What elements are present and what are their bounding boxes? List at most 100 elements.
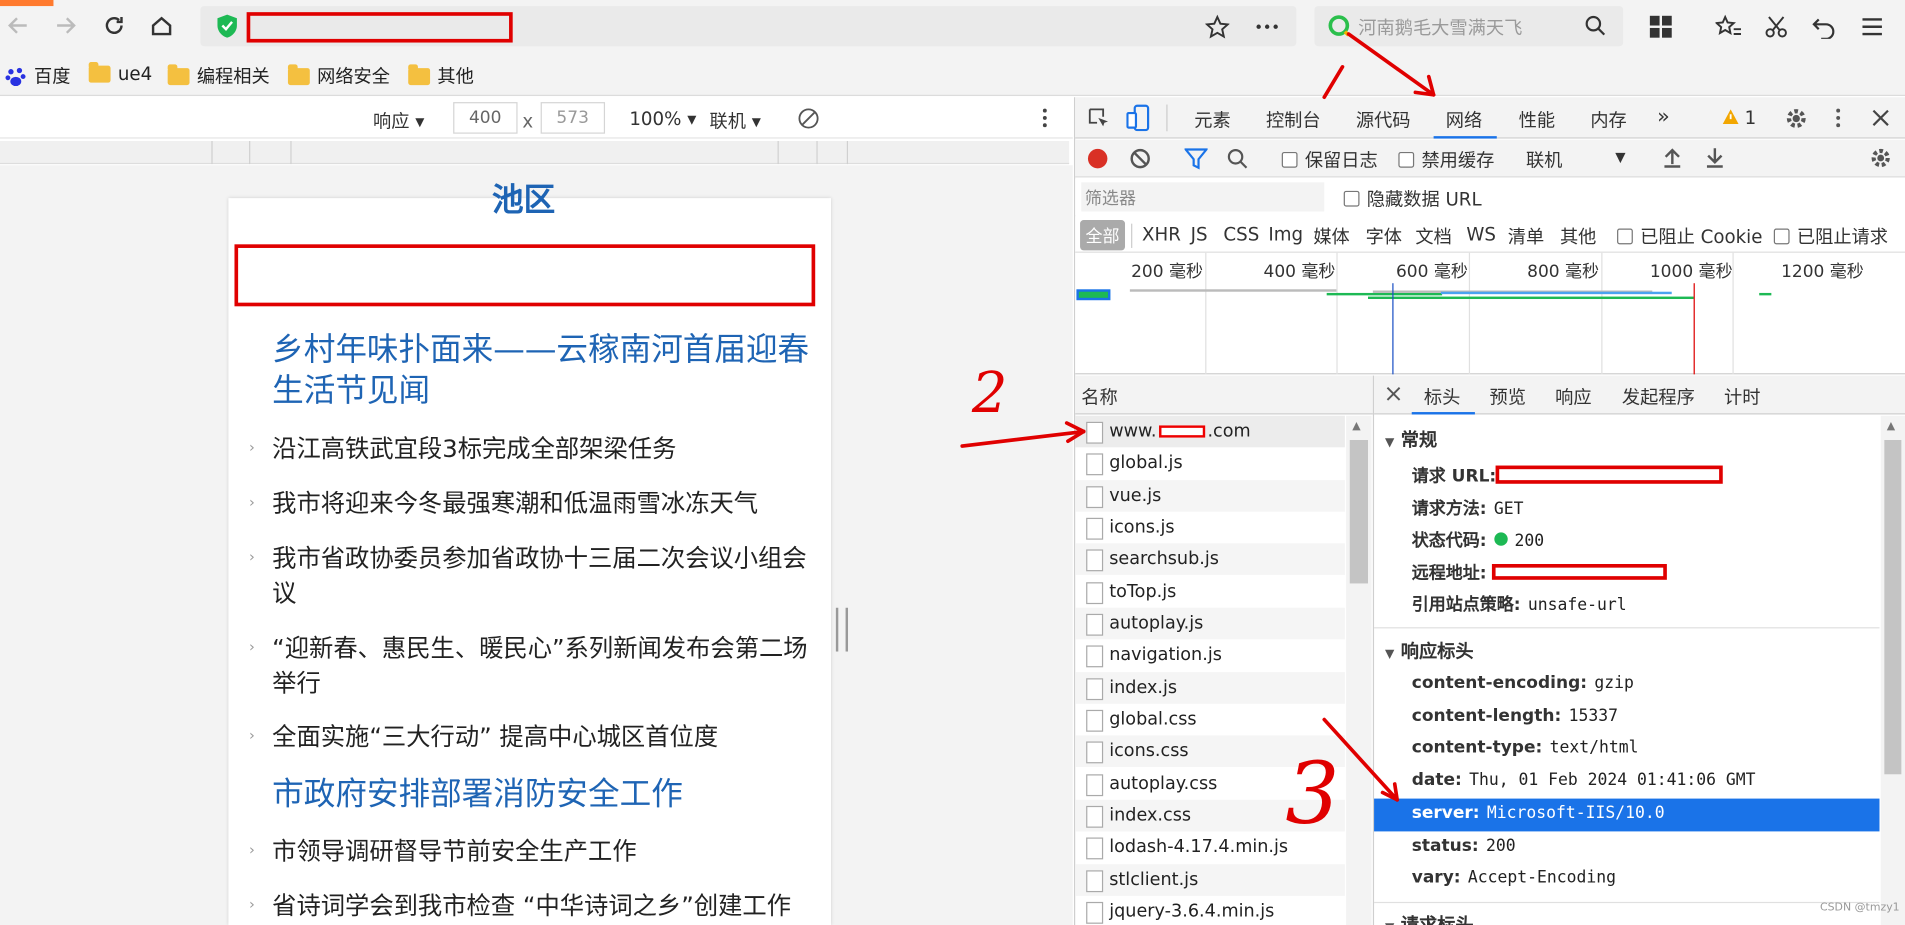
- type-other[interactable]: 其他: [1560, 224, 1596, 250]
- request-row[interactable]: toTop.js: [1075, 576, 1345, 608]
- type-doc[interactable]: 文档: [1415, 224, 1451, 250]
- upload-icon[interactable]: [1662, 147, 1683, 169]
- clear-icon[interactable]: [1129, 147, 1152, 170]
- disable-cache-checkbox[interactable]: 禁用缓存: [1398, 147, 1494, 173]
- more-dots-icon[interactable]: [1255, 15, 1279, 39]
- search-icon[interactable]: [1226, 147, 1249, 170]
- bookmark-baidu[interactable]: 百度: [5, 63, 70, 89]
- type-js[interactable]: JS: [1191, 224, 1208, 246]
- news-link[interactable]: 省诗词学会到我市检查 “中华诗词之乡”创建工作: [272, 889, 819, 924]
- throttle-select[interactable]: 联机 ▼: [1526, 147, 1626, 173]
- blocked-requests-checkbox[interactable]: 已阻止请求: [1773, 224, 1888, 250]
- header-row-server[interactable]: server: Microsoft-IIS/10.0: [1412, 803, 1665, 822]
- filter-icon[interactable]: [1184, 147, 1208, 170]
- reload-icon[interactable]: [102, 13, 126, 37]
- tab-performance[interactable]: 性能: [1519, 107, 1555, 133]
- news-link[interactable]: 沿江高铁武宜段3标完成全部架梁任务: [272, 432, 819, 467]
- headline-link[interactable]: 市政府安排部署消防安全工作: [272, 774, 825, 815]
- news-link[interactable]: “迎新春、惠民生、暖民心”系列新闻发布会第二场举行: [272, 631, 819, 701]
- bookmark-programming[interactable]: 编程相关: [167, 63, 270, 89]
- request-row[interactable]: www. .com: [1075, 415, 1345, 448]
- back-icon[interactable]: [6, 13, 30, 37]
- resize-handle[interactable]: [835, 607, 849, 652]
- zoom-dropdown[interactable]: 100% ▾: [629, 108, 696, 130]
- tab-elements[interactable]: 元素: [1194, 107, 1230, 133]
- bookmark-netsec[interactable]: 网络安全: [287, 63, 390, 89]
- headline-link[interactable]: 乡村年味扑面来——云稼南河首届迎春生活节见闻: [272, 329, 825, 412]
- request-row[interactable]: searchsub.js: [1075, 543, 1345, 575]
- type-manifest[interactable]: 清单: [1508, 224, 1544, 250]
- tab-memory[interactable]: 内存: [1590, 107, 1626, 133]
- type-xhr[interactable]: XHR: [1142, 224, 1181, 246]
- request-row[interactable]: jquery-3.6.4.min.js: [1075, 896, 1345, 925]
- type-ws[interactable]: WS: [1466, 224, 1496, 246]
- type-css[interactable]: CSS: [1223, 224, 1259, 246]
- request-headers-toggle[interactable]: ▼ 请求标头: [1385, 912, 1474, 925]
- type-font[interactable]: 字体: [1366, 224, 1402, 250]
- type-all-button[interactable]: 全部: [1080, 220, 1126, 251]
- request-row[interactable]: global.css: [1075, 704, 1345, 736]
- forward-icon[interactable]: [53, 13, 77, 37]
- preserve-log-checkbox[interactable]: 保留日志: [1281, 147, 1378, 173]
- tab-sources[interactable]: 源代码: [1356, 107, 1411, 133]
- scrollbar-thumb[interactable]: [1884, 440, 1902, 775]
- scissors-icon[interactable]: [1764, 15, 1788, 39]
- request-row[interactable]: icons.js: [1075, 512, 1345, 544]
- news-link[interactable]: 我市将迎来今冬最强寒潮和低温雨雪冰冻天气: [272, 486, 819, 521]
- dtab-preview[interactable]: 预览: [1489, 384, 1525, 410]
- dtab-headers[interactable]: 标头: [1424, 384, 1460, 410]
- favorites-icon[interactable]: [1715, 14, 1742, 39]
- search-icon[interactable]: [1584, 15, 1606, 37]
- download-icon[interactable]: [1705, 147, 1726, 169]
- news-link[interactable]: 我市省政协委员参加省政协十三届二次会议小组会议: [272, 541, 819, 611]
- settings-gear-icon[interactable]: [1784, 106, 1810, 132]
- dtab-response[interactable]: 响应: [1555, 384, 1591, 410]
- name-column-header[interactable]: 名称: [1081, 384, 1117, 410]
- network-settings-icon[interactable]: [1869, 146, 1893, 170]
- hide-data-url-checkbox[interactable]: 隐藏数据 URL: [1343, 186, 1482, 212]
- throttle-dropdown[interactable]: 联机 ▾: [710, 108, 761, 134]
- media-query-ruler[interactable]: [0, 140, 1070, 165]
- scrollbar-thumb[interactable]: [1349, 440, 1368, 584]
- device-toggle-icon[interactable]: [1126, 104, 1150, 132]
- dtab-initiator[interactable]: 发起程序: [1622, 384, 1695, 410]
- undo-icon[interactable]: [1811, 15, 1835, 39]
- request-row[interactable]: vue.js: [1075, 480, 1345, 512]
- close-detail-icon[interactable]: [1386, 387, 1401, 402]
- tab-network[interactable]: 网络: [1446, 107, 1482, 133]
- menu-icon[interactable]: [1860, 15, 1884, 39]
- warning-count[interactable]: 1: [1745, 107, 1757, 129]
- responsive-dropdown[interactable]: 响应 ▾: [373, 108, 424, 134]
- height-input[interactable]: 573: [540, 102, 606, 134]
- star-icon[interactable]: [1205, 14, 1230, 39]
- apps-grid-icon[interactable]: [1649, 15, 1673, 39]
- response-headers-toggle[interactable]: ▼ 响应标头: [1385, 638, 1474, 664]
- bookmark-ue4[interactable]: ue4: [88, 61, 152, 85]
- request-row[interactable]: navigation.js: [1075, 639, 1345, 671]
- kebab-menu-icon[interactable]: [1830, 107, 1847, 129]
- request-row[interactable]: autoplay.js: [1075, 607, 1345, 640]
- warning-icon[interactable]: [1722, 108, 1740, 125]
- record-icon[interactable]: [1086, 147, 1109, 170]
- type-img[interactable]: Img: [1268, 224, 1303, 246]
- rotate-icon[interactable]: [797, 107, 820, 130]
- bookmark-other[interactable]: 其他: [408, 63, 474, 89]
- dtab-timing[interactable]: 计时: [1724, 384, 1760, 410]
- tab-console[interactable]: 控制台: [1266, 107, 1321, 133]
- home-icon[interactable]: [149, 13, 173, 37]
- general-section-toggle[interactable]: ▼ 常规: [1385, 427, 1437, 453]
- request-row[interactable]: index.js: [1075, 672, 1345, 704]
- shield-icon[interactable]: [216, 13, 238, 39]
- type-media[interactable]: 媒体: [1313, 224, 1349, 250]
- request-row[interactable]: stlclient.js: [1075, 864, 1345, 896]
- request-row[interactable]: global.js: [1075, 447, 1345, 479]
- device-more-icon[interactable]: [1035, 107, 1054, 129]
- blocked-cookies-checkbox[interactable]: 已阻止 Cookie: [1617, 224, 1762, 250]
- scroll-up-arrow[interactable]: ▲: [1887, 421, 1895, 433]
- pane-splitter[interactable]: [1372, 375, 1375, 925]
- news-link[interactable]: 市领导调研督导节前安全生产工作: [272, 834, 819, 869]
- news-link[interactable]: 全面实施“三大行动” 提高中心城区首位度: [272, 720, 819, 755]
- inspect-icon[interactable]: [1087, 107, 1110, 130]
- close-icon[interactable]: [1871, 108, 1890, 127]
- more-tabs-button[interactable]: »: [1657, 105, 1670, 129]
